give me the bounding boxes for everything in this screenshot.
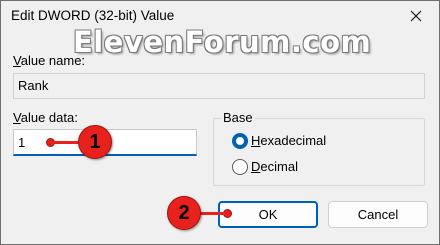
base-legend: Base <box>221 110 255 126</box>
close-icon[interactable] <box>407 7 425 25</box>
ok-button[interactable]: OK <box>218 201 318 228</box>
value-data-label: Value data: <box>13 110 78 126</box>
radio-hexadecimal[interactable]: Hexadecimal <box>232 133 326 149</box>
value-name-label-text: alue name: <box>20 53 86 68</box>
hex-label-text: exadecimal <box>260 133 327 148</box>
dec-label-text: ecimal <box>260 159 298 174</box>
radio-decimal[interactable]: Decimal <box>232 159 298 175</box>
base-group-box <box>213 118 425 186</box>
value-data-label-text: alue data: <box>20 110 78 125</box>
value-name-label: Value name: <box>13 53 85 69</box>
dec-accel: D <box>251 159 261 174</box>
marker-2-connector <box>200 212 226 215</box>
dialog-title: Edit DWORD (32-bit) Value <box>11 8 175 23</box>
radio-hexadecimal-label: Hexadecimal <box>251 133 326 149</box>
radio-unchecked-icon[interactable] <box>232 159 248 175</box>
value-name-field[interactable]: Rank <box>13 73 425 99</box>
title-bar: Edit DWORD (32-bit) Value <box>1 1 439 32</box>
marker-1-connector <box>51 141 79 144</box>
radio-decimal-label: Decimal <box>251 159 298 175</box>
cancel-button[interactable]: Cancel <box>328 201 428 228</box>
step-marker-2: 2 <box>167 196 201 230</box>
value-data-accel: V <box>13 110 21 125</box>
step-marker-1: 1 <box>78 125 112 159</box>
value-name-accel: V <box>13 53 21 68</box>
hex-accel: H <box>251 133 261 148</box>
radio-checked-icon[interactable] <box>232 133 248 149</box>
edit-dword-dialog: Edit DWORD (32-bit) Value ElevenForum.co… <box>0 0 440 245</box>
